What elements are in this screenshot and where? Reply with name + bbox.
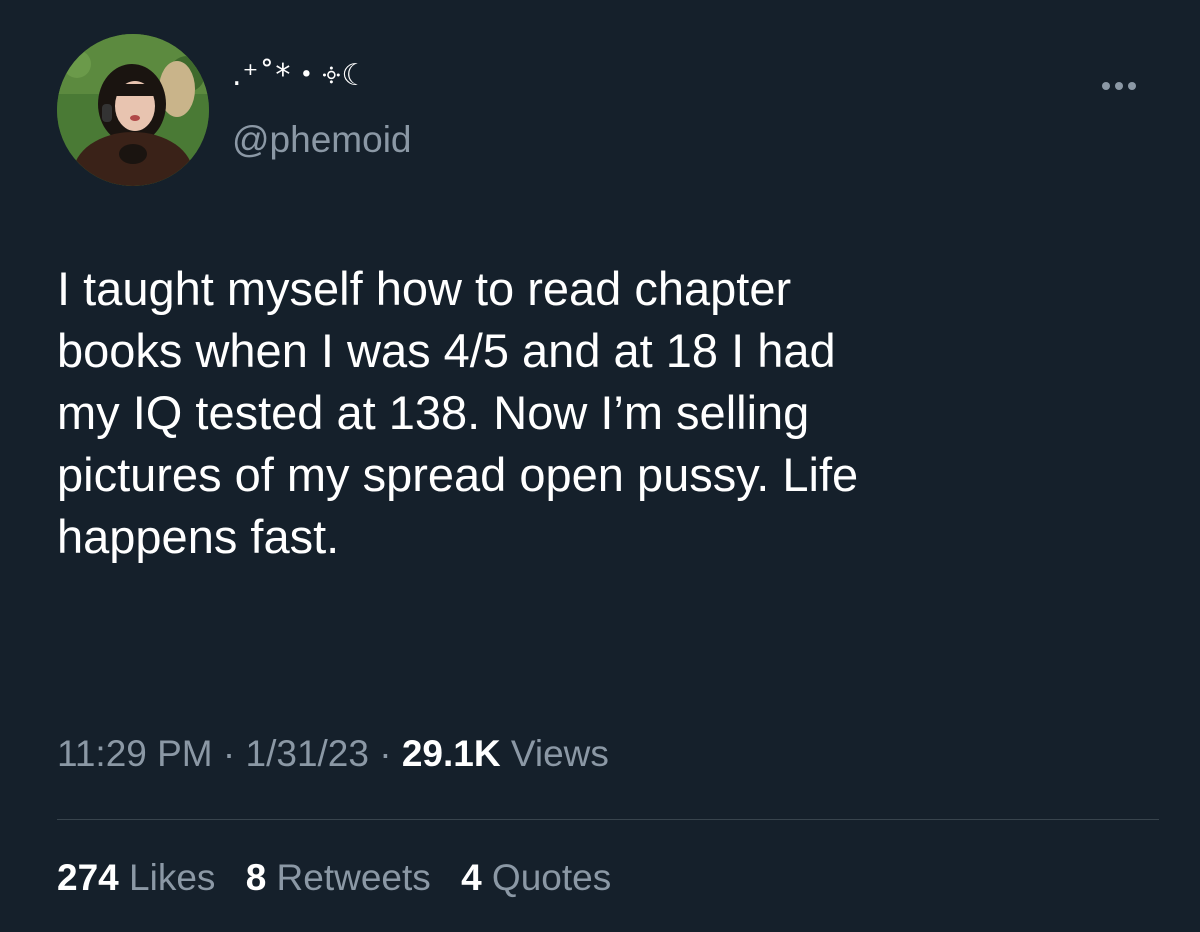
avatar[interactable] xyxy=(57,34,209,186)
profile-photo-icon xyxy=(57,34,209,186)
more-options-button[interactable] xyxy=(1094,66,1144,106)
views-label: Views xyxy=(500,733,609,774)
tweet: .⁺˚*・༓☾ @phemoid I taught myself how to … xyxy=(0,0,1200,932)
divider xyxy=(57,819,1159,820)
more-dot xyxy=(1115,82,1123,90)
display-name[interactable]: .⁺˚*・༓☾ xyxy=(232,56,369,96)
likes-count: 274 xyxy=(57,857,119,898)
likes-label: Likes xyxy=(129,857,216,898)
retweets-count: 8 xyxy=(245,857,267,898)
username-handle[interactable]: @phemoid xyxy=(232,118,412,162)
retweets-label: Retweets xyxy=(276,857,431,898)
quotes-label: Quotes xyxy=(491,857,612,898)
views-count: 29.1K xyxy=(401,733,501,774)
quotes-link[interactable]: 4 Quotes xyxy=(461,857,611,898)
retweets-link[interactable]: 8 Retweets xyxy=(246,857,431,898)
separator: · xyxy=(368,733,402,774)
more-dots-icon xyxy=(1102,82,1110,90)
tweet-date[interactable]: 1/31/23 xyxy=(246,733,369,774)
tweet-text: I taught myself how to read chapter book… xyxy=(57,262,859,563)
separator: · xyxy=(212,733,246,774)
tweet-time[interactable]: 11:29 PM xyxy=(57,733,213,774)
engagement-stats: 274 Likes 8 Retweets 4 Quotes xyxy=(57,854,631,902)
tweet-metadata: 11:29 PM · 1/31/23 · 29.1K Views xyxy=(57,730,609,778)
likes-link[interactable]: 274 Likes xyxy=(57,857,215,898)
quotes-count: 4 xyxy=(461,857,482,898)
more-dot xyxy=(1128,82,1136,90)
